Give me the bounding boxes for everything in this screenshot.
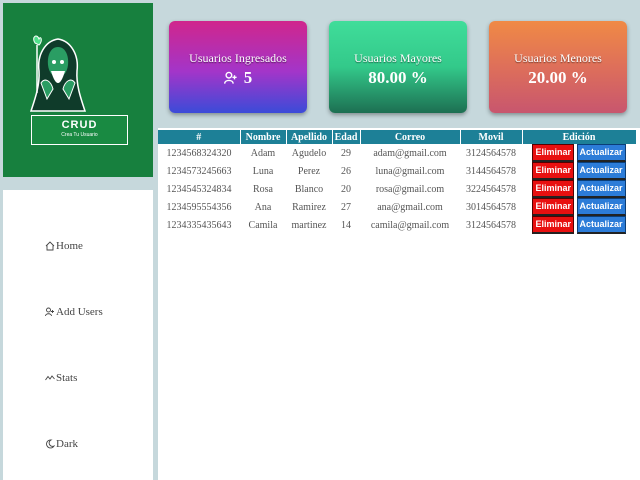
cell-correo: ana@gmail.com [377, 201, 443, 213]
cell-nombre: Ana [254, 201, 272, 213]
cell-correo: luna@gmail.com [375, 165, 445, 177]
logo-tagline: Crea Tu Usuario [61, 132, 98, 138]
nav-label-stats: Stats [56, 372, 78, 384]
cell-correo: rosa@gmail.com [375, 183, 445, 195]
card-value-text: 5 [243, 68, 253, 87]
cell-edad: 14 [341, 219, 351, 231]
logo-badge: CRUD Crea Tu Usuario [31, 115, 128, 145]
cell-movil: 3144564578 [466, 165, 516, 177]
header-id: # [158, 130, 241, 144]
cell-movil: 3224564578 [466, 183, 516, 195]
cell-movil: 3124564578 [466, 147, 516, 159]
delete-button[interactable]: Eliminar [532, 216, 574, 234]
cell-edicion: Eliminar Actualizar [522, 180, 636, 198]
cell-edicion: Eliminar Actualizar [522, 216, 636, 234]
update-button[interactable]: Actualizar [576, 198, 626, 216]
cell-id: 1234595554356 [166, 201, 232, 213]
cell-edicion: Eliminar Actualizar [522, 198, 636, 216]
cell-edad: 20 [341, 183, 351, 195]
cell-apellido: Agudelo [291, 147, 327, 159]
nav-item-stats[interactable]: Stats [45, 372, 77, 384]
card-value: 80.00 % [368, 68, 428, 87]
cell-nombre: Luna [252, 165, 274, 177]
delete-button[interactable]: Eliminar [532, 198, 574, 216]
card-value: 5 [169, 68, 307, 88]
cell-id: 1234335435643 [166, 219, 232, 231]
add-user-icon [223, 71, 237, 84]
header-edad: Edad [332, 130, 361, 144]
cell-nombre: Camila [248, 219, 278, 231]
cell-movil: 3124564578 [466, 219, 516, 231]
cell-movil: 3014564578 [466, 201, 516, 213]
cell-correo: camila@gmail.com [370, 219, 450, 231]
cell-edicion: Eliminar Actualizar [522, 144, 636, 162]
card-usuarios-mayores: Usuarios Mayores 80.00 % [329, 21, 467, 113]
add-user-icon [45, 307, 54, 317]
header-apellido: Apellido [286, 130, 333, 144]
logo-panel: CRUD Crea Tu Usuario [3, 3, 153, 177]
cell-edad: 27 [341, 201, 351, 213]
card-title: Usuarios Ingresados [189, 51, 287, 65]
cell-edicion: Eliminar Actualizar [522, 162, 636, 180]
stats-icon [45, 375, 55, 381]
cell-id: 1234545324834 [166, 183, 232, 195]
cell-apellido: Perez [297, 165, 321, 177]
cell-id: 1234568324320 [166, 147, 232, 159]
delete-button[interactable]: Eliminar [532, 162, 574, 180]
header-edicion: Edición [522, 130, 637, 144]
table-header-row: # Nombre Apellido Edad Correo Movil Edic… [158, 130, 637, 144]
wizard-logo-icon [29, 35, 87, 112]
nav-label-dark: Dark [56, 438, 78, 450]
sidebar-nav: Home Add Users Stats Dark [3, 190, 153, 480]
nav-item-home[interactable]: Home [45, 240, 83, 252]
update-button[interactable]: Actualizar [576, 216, 626, 234]
nav-label-add-users: Add Users [56, 306, 103, 318]
nav-item-dark[interactable]: Dark [45, 438, 78, 450]
cell-correo: adam@gmail.com [373, 147, 447, 159]
table-row: 1234573245663 Luna Perez 26 luna@gmail.c… [158, 162, 636, 180]
card-title: Usuarios Menores [514, 51, 602, 65]
cell-nombre: Rosa [253, 183, 273, 195]
cell-nombre: Adam [250, 147, 276, 159]
nav-label-home: Home [56, 240, 83, 252]
card-usuarios-menores: Usuarios Menores 20.00 % [489, 21, 627, 113]
table-row: 1234335435643 Camila martinez 14 camila@… [158, 216, 636, 234]
cell-apellido: Blanco [294, 183, 324, 195]
delete-button[interactable]: Eliminar [532, 180, 574, 198]
header-movil: Movil [460, 130, 523, 144]
cell-apellido: Ramirez [292, 201, 326, 213]
table-row: 1234595554356 Ana Ramirez 27 ana@gmail.c… [158, 198, 636, 216]
home-icon [45, 241, 55, 251]
logo-brand: CRUD [61, 119, 98, 131]
header-correo: Correo [360, 130, 461, 144]
cell-apellido: martinez [291, 219, 327, 231]
card-value: 20.00 % [528, 68, 588, 87]
header-nombre: Nombre [240, 130, 287, 144]
table-row: 1234568324320 Adam Agudelo 29 adam@gmail… [158, 144, 636, 162]
users-table: # Nombre Apellido Edad Correo Movil Edic… [158, 130, 637, 234]
cell-edad: 29 [341, 147, 351, 159]
table-row: 1234545324834 Rosa Blanco 20 rosa@gmail.… [158, 180, 636, 198]
cell-edad: 26 [341, 165, 351, 177]
cell-id: 1234573245663 [166, 165, 232, 177]
update-button[interactable]: Actualizar [576, 162, 626, 180]
card-title: Usuarios Mayores [354, 51, 442, 65]
moon-icon [46, 439, 55, 449]
nav-item-add-users[interactable]: Add Users [45, 306, 103, 318]
card-usuarios-ingresados: Usuarios Ingresados 5 [169, 21, 307, 113]
update-button[interactable]: Actualizar [576, 180, 626, 198]
update-button[interactable]: Actualizar [576, 144, 626, 162]
delete-button[interactable]: Eliminar [532, 144, 574, 162]
